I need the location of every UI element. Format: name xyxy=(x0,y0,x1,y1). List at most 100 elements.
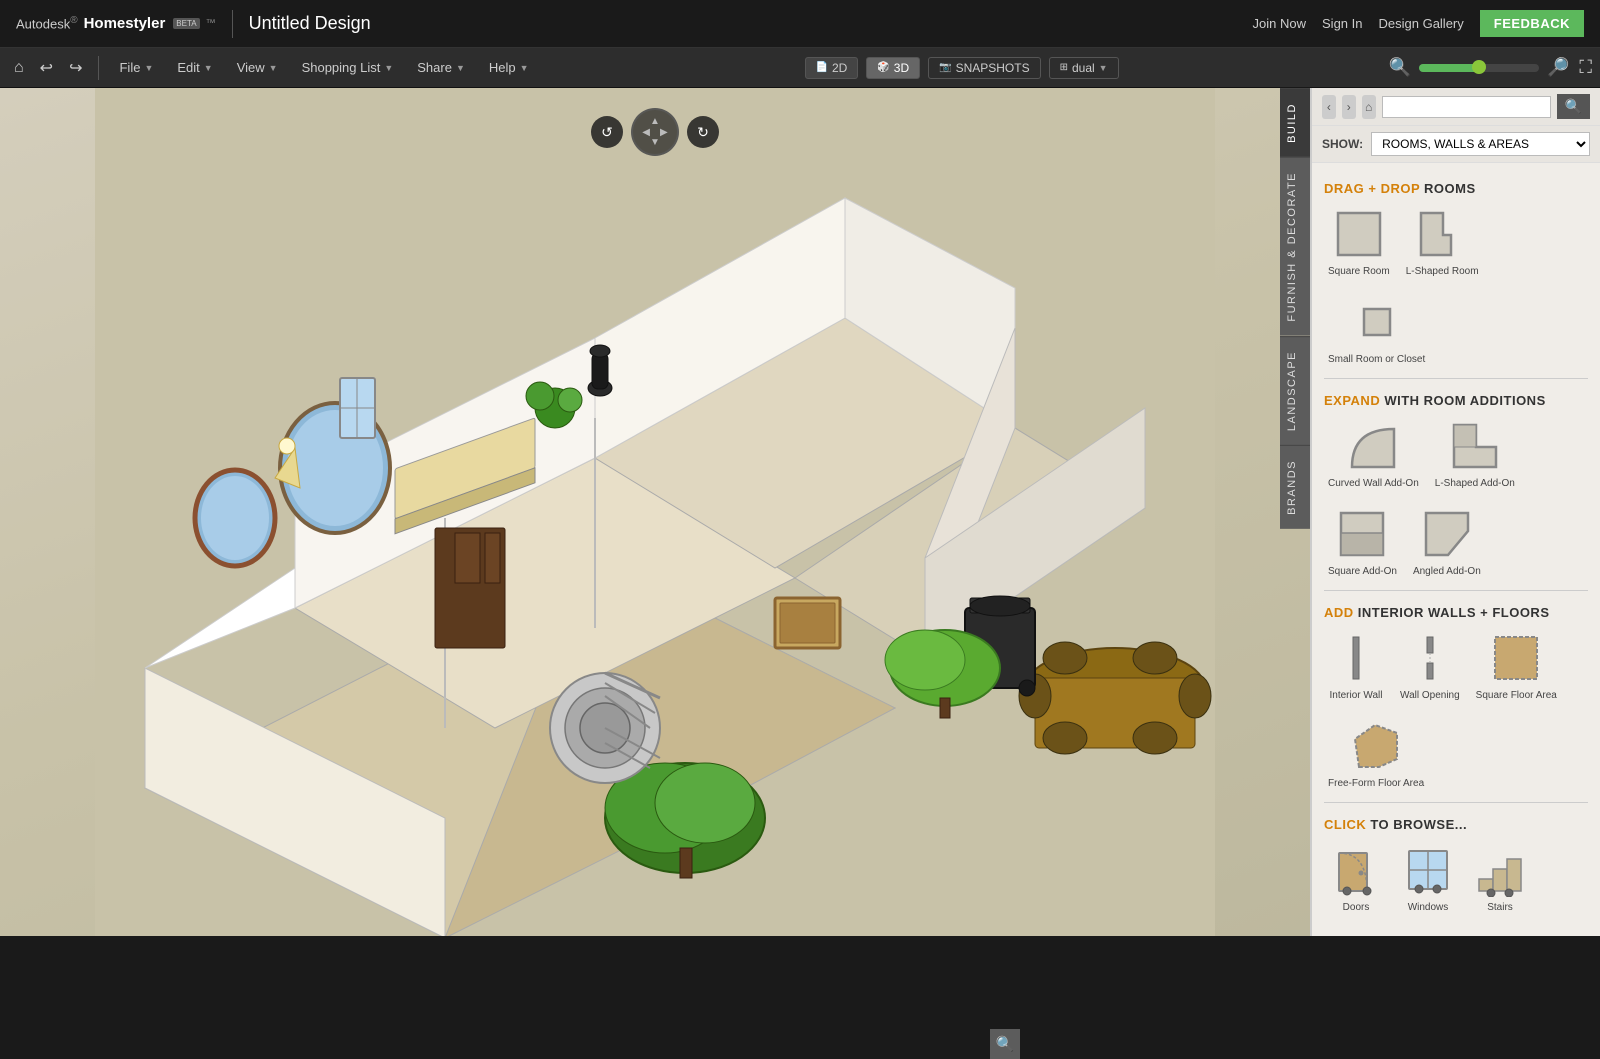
small-room-item[interactable]: Small Room or Closet xyxy=(1324,290,1429,370)
stairs-label: Stairs xyxy=(1487,902,1513,914)
interior-wall-label: Interior Wall xyxy=(1330,690,1383,702)
undo-button[interactable]: ↩ xyxy=(34,54,59,82)
autodesk-logo-text: Autodesk® xyxy=(16,15,78,31)
feedback-button[interactable]: FEEDBACK xyxy=(1480,10,1584,37)
file-menu[interactable]: File ▼ xyxy=(109,56,163,79)
landscape-tab[interactable]: LANDSCAPE xyxy=(1280,336,1310,445)
curved-wall-addon-item[interactable]: Curved Wall Add-On xyxy=(1324,414,1423,494)
room-3d-viewport[interactable]: ↺ ▲ ◀ ▶ ▼ ↻ #nav-control { position xyxy=(0,88,1310,936)
view-menu[interactable]: View ▼ xyxy=(227,56,288,79)
redo-button[interactable]: ↪ xyxy=(63,54,88,82)
show-dropdown[interactable]: ROOMS, WALLS & AREAS ALL ROOMS ONLY xyxy=(1371,132,1590,156)
edit-menu[interactable]: Edit ▼ xyxy=(167,56,222,79)
sidebar-home-button[interactable]: ⌂ xyxy=(1362,95,1376,119)
l-shaped-addon-icon xyxy=(1447,418,1503,474)
square-room-item[interactable]: Square Room xyxy=(1324,202,1394,282)
free-form-floor-item[interactable]: Free-Form Floor Area xyxy=(1324,714,1428,794)
l-shaped-addon-item[interactable]: L-Shaped Add-On xyxy=(1431,414,1519,494)
square-room-label: Square Room xyxy=(1328,266,1390,278)
right-sidebar: ‹ › ⌂ 🔍 SHOW: ROOMS, WALLS & AREAS ALL R… xyxy=(1310,88,1600,936)
angled-addon-icon xyxy=(1419,506,1475,562)
square-floor-area-item[interactable]: Square Floor Area xyxy=(1472,626,1561,706)
main-layout: ↺ ▲ ◀ ▶ ▼ ↻ #nav-control { position xyxy=(0,88,1600,936)
sidebar-back-button[interactable]: ‹ xyxy=(1322,95,1336,119)
l-shaped-room-item[interactable]: L-Shaped Room xyxy=(1402,202,1483,282)
view-3d-button[interactable]: 🎲 3D xyxy=(866,57,920,79)
menu-bar-center: 📄 2D 🎲 3D 📷 SNAPSHOTS ⊞ dual ▼ xyxy=(805,57,1119,79)
vase-decoration xyxy=(588,345,612,396)
sidebar-tabs: BUILD FURNISH & DECORATE LANDSCAPE BRAND… xyxy=(1280,88,1310,559)
sign-in-link[interactable]: Sign In xyxy=(1322,16,1362,31)
small-room-label: Small Room or Closet xyxy=(1328,354,1425,366)
square-addon-item[interactable]: Square Add-On xyxy=(1324,502,1401,582)
beta-badge: BETA xyxy=(173,18,199,29)
square-floor-area-label: Square Floor Area xyxy=(1476,690,1557,702)
zoom-slider[interactable] xyxy=(1419,64,1539,72)
nav-rotate-left[interactable]: ↺ xyxy=(591,116,623,148)
stairs-icon xyxy=(1472,842,1528,898)
expand-section-title: EXPAND WITH ROOM ADDITIONS xyxy=(1324,383,1588,414)
doors-label: Doors xyxy=(1343,902,1370,914)
zoom-out-button[interactable]: 🔍 xyxy=(1385,55,1415,80)
divider-2 xyxy=(1324,590,1588,591)
top-right-links: Join Now Sign In Design Gallery FEEDBACK xyxy=(1253,10,1584,37)
windows-icon xyxy=(1400,842,1456,898)
doors-browse-item[interactable]: Doors xyxy=(1324,838,1388,918)
view-2d-button[interactable]: 📄 2D xyxy=(805,57,859,79)
wall-opening-icon xyxy=(1402,630,1458,686)
canvas-area[interactable]: ↺ ▲ ◀ ▶ ▼ ↻ #nav-control { position xyxy=(0,88,1310,936)
nav-rotate-right[interactable]: ↻ xyxy=(687,116,719,148)
sidebar-header: ‹ › ⌂ 🔍 xyxy=(1312,88,1600,126)
brands-tab[interactable]: BRANDS xyxy=(1280,445,1310,529)
sidebar-forward-button[interactable]: › xyxy=(1342,95,1356,119)
build-tab[interactable]: BUILD xyxy=(1280,88,1310,157)
menu-separator-1 xyxy=(98,56,99,80)
browse-items-grid: Doors Windows xyxy=(1324,838,1588,936)
design-gallery-link[interactable]: Design Gallery xyxy=(1379,16,1464,31)
curved-wall-addon-label: Curved Wall Add-On xyxy=(1328,478,1419,490)
sidebar-magnifier-button[interactable]: 🔍 xyxy=(990,1029,1020,1059)
artwork xyxy=(775,598,840,648)
sidebar-search-button[interactable]: 🔍 xyxy=(1557,94,1590,119)
doors-icon xyxy=(1328,842,1384,898)
homestyler-logo-text: Homestyler xyxy=(84,15,166,32)
top-bar: Autodesk® Homestyler BETA ™ Untitled Des… xyxy=(0,0,1600,48)
shopping-list-menu[interactable]: Shopping List ▼ xyxy=(292,56,404,79)
sidebar-search-input[interactable] xyxy=(1382,96,1551,118)
fireplaces-browse-item[interactable]: Fireplaces xyxy=(1324,926,1388,936)
expand-rooms-grid: Curved Wall Add-On L-Shaped Add-On xyxy=(1324,414,1588,582)
windows-browse-item[interactable]: Windows xyxy=(1396,838,1460,918)
show-label: SHOW: xyxy=(1322,137,1363,151)
tm-symbol: ™ xyxy=(206,18,216,29)
fireplaces-icon xyxy=(1328,930,1384,936)
menu-bar: ⌂ ↩ ↪ File ▼ Edit ▼ View ▼ Shopping List… xyxy=(0,48,1600,88)
square-room-icon xyxy=(1331,206,1387,262)
help-menu[interactable]: Help ▼ xyxy=(479,56,539,79)
angled-addon-item[interactable]: Angled Add-On xyxy=(1409,502,1485,582)
nav-pan-control[interactable]: ▲ ◀ ▶ ▼ xyxy=(631,108,679,156)
free-form-floor-icon xyxy=(1348,718,1404,774)
snapshots-button[interactable]: 📷 SNAPSHOTS xyxy=(928,57,1040,79)
zoom-controls: 🔍 🔎 xyxy=(1385,55,1574,80)
interior-wall-icon xyxy=(1328,630,1384,686)
sidebar-content: DRAG + DROP ROOMS Square Room xyxy=(1312,163,1600,936)
logo: Autodesk® Homestyler BETA ™ xyxy=(16,15,216,32)
zoom-in-button[interactable]: 🔎 xyxy=(1543,55,1573,80)
share-menu[interactable]: Share ▼ xyxy=(407,56,475,79)
furnish-decorate-tab[interactable]: FURNISH & DECORATE xyxy=(1280,157,1310,336)
interior-wall-item[interactable]: Interior Wall xyxy=(1324,626,1388,706)
project-title: Untitled Design xyxy=(249,13,371,34)
fullscreen-button[interactable]: ⛶ xyxy=(1579,57,1592,78)
join-now-link[interactable]: Join Now xyxy=(1253,16,1306,31)
wall-opening-item[interactable]: Wall Opening xyxy=(1396,626,1464,706)
windows xyxy=(340,378,375,438)
spiral-staircase xyxy=(550,673,660,783)
free-form-floor-label: Free-Form Floor Area xyxy=(1328,778,1424,790)
home-button[interactable]: ⌂ xyxy=(8,55,30,81)
dual-button[interactable]: ⊞ dual ▼ xyxy=(1049,57,1119,79)
show-row: SHOW: ROOMS, WALLS & AREAS ALL ROOMS ONL… xyxy=(1312,126,1600,163)
drag-drop-rooms-grid: Square Room L-Shaped Room xyxy=(1324,202,1588,370)
square-addon-label: Square Add-On xyxy=(1328,566,1397,578)
menu-bar-right: 🔍 🔎 ⛶ xyxy=(1385,55,1592,80)
stairs-browse-item[interactable]: Stairs xyxy=(1468,838,1532,918)
